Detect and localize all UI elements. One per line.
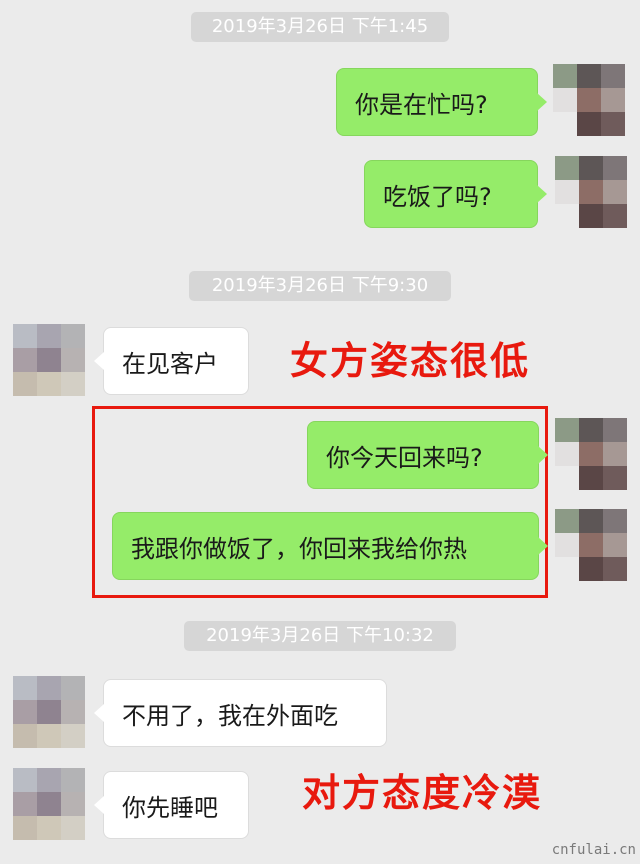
- sender-avatar-icon[interactable]: [553, 64, 625, 136]
- annotation-woman-low-stance: 女方姿态很低: [290, 339, 531, 383]
- message-bubble-sent[interactable]: 你今天回来吗?: [307, 421, 548, 489]
- message-bubble-sent[interactable]: 吃饭了吗?: [364, 160, 547, 228]
- message-bubble-received[interactable]: 在见客户: [94, 327, 249, 395]
- message-bubble-received[interactable]: 你先睡吧: [94, 771, 249, 839]
- message-bubble-sent[interactable]: 你是在忙吗?: [336, 68, 547, 136]
- sender-avatar-icon[interactable]: [555, 156, 627, 228]
- timestamp-1: 2019年3月26日 下午1:45: [191, 12, 449, 42]
- timestamp-2: 2019年3月26日 下午9:30: [189, 271, 451, 301]
- sender-avatar-icon[interactable]: [555, 509, 627, 581]
- message-bubble-sent[interactable]: 我跟你做饭了，你回来我给你热: [112, 512, 548, 580]
- annotation-other-cold: 对方态度冷漠: [302, 771, 543, 815]
- sender-avatar-icon[interactable]: [555, 418, 627, 490]
- receiver-avatar-icon[interactable]: [13, 676, 85, 748]
- timestamp-3: 2019年3月26日 下午10:32: [184, 621, 456, 651]
- watermark: cnfulai.cn: [551, 842, 636, 858]
- message-bubble-received[interactable]: 不用了，我在外面吃: [94, 679, 387, 747]
- receiver-avatar-icon[interactable]: [13, 768, 85, 840]
- receiver-avatar-icon[interactable]: [13, 324, 85, 396]
